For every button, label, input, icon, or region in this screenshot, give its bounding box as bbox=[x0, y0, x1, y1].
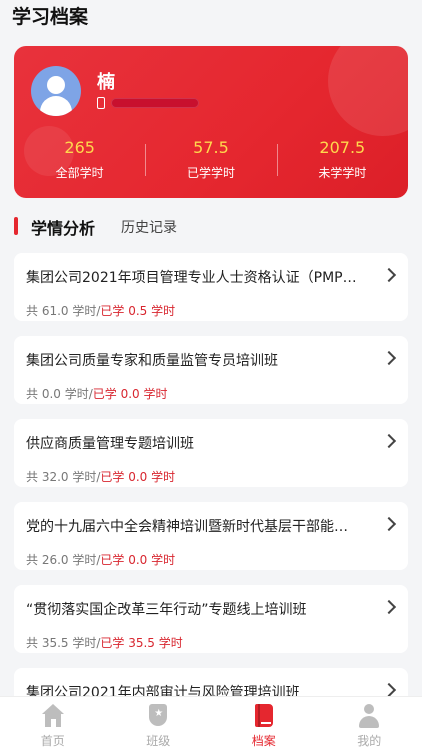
avatar[interactable] bbox=[31, 66, 81, 116]
course-hours: 共 32.0 学时/已学 0.0 学时 bbox=[26, 468, 175, 485]
section-accent-bar bbox=[14, 217, 18, 235]
course-item[interactable]: 集团公司2021年项目管理专业人士资格认证（PMP… 共 61.0 学时/已学 … bbox=[14, 253, 408, 321]
course-list: 集团公司2021年项目管理专业人士资格认证（PMP… 共 61.0 学时/已学 … bbox=[14, 253, 408, 750]
course-item[interactable]: “贯彻落实国企改革三年行动”专题线上培训班 共 35.5 学时/已学 35.5 … bbox=[14, 585, 408, 653]
tab-label: 首页 bbox=[40, 734, 65, 748]
course-total-hours: 共 32.0 学时/ bbox=[26, 470, 101, 484]
card-decoration bbox=[328, 46, 408, 136]
stat-value: 207.5 bbox=[319, 138, 366, 157]
course-title: 集团公司质量专家和质量监管专员培训班 bbox=[26, 353, 278, 369]
tab-mine[interactable]: 我的 bbox=[317, 697, 422, 750]
course-learned-hours: 已学 0.0 学时 bbox=[100, 553, 176, 567]
course-learned-hours: 已学 35.5 学时 bbox=[100, 636, 183, 650]
phone-number-redacted bbox=[111, 98, 199, 108]
course-item[interactable]: 集团公司质量专家和质量监管专员培训班 共 0.0 学时/已学 0.0 学时 bbox=[14, 336, 408, 404]
course-title: 供应商质量管理专题培训班 bbox=[26, 436, 194, 452]
tab-label: 班级 bbox=[146, 734, 171, 748]
stat-value: 57.5 bbox=[193, 138, 229, 157]
learning-archive-page: 学习档案 楠 265 全部学时 57.5 已学学时 207.5 未学学时 学情分… bbox=[0, 0, 422, 750]
stat-unlearned-hours: 207.5 未学学时 bbox=[276, 138, 408, 181]
course-learned-hours: 已学 0.0 学时 bbox=[100, 470, 176, 484]
course-total-hours: 共 26.0 学时/ bbox=[26, 553, 101, 567]
user-name: 楠 bbox=[97, 72, 115, 93]
chevron-right-icon bbox=[381, 433, 397, 449]
section-header: 学情分析 历史记录 bbox=[0, 213, 422, 239]
tab-class[interactable]: ★ 班级 bbox=[106, 697, 212, 750]
stat-label: 全部学时 bbox=[55, 166, 104, 180]
course-hours: 共 26.0 学时/已学 0.0 学时 bbox=[26, 551, 175, 568]
course-total-hours: 共 0.0 学时/ bbox=[26, 387, 93, 401]
tab-label: 档案 bbox=[251, 734, 276, 748]
chevron-right-icon bbox=[381, 516, 397, 532]
course-total-hours: 共 35.5 学时/ bbox=[26, 636, 101, 650]
tab-learning-analysis[interactable]: 学情分析 bbox=[31, 215, 95, 239]
tab-home[interactable]: 首页 bbox=[0, 697, 106, 750]
course-title: 集团公司2021年项目管理专业人士资格认证（PMP… bbox=[26, 270, 357, 286]
profile-card: 楠 265 全部学时 57.5 已学学时 207.5 未学学时 bbox=[14, 46, 408, 198]
stat-value: 265 bbox=[64, 138, 95, 157]
course-hours: 共 35.5 学时/已学 35.5 学时 bbox=[26, 634, 183, 651]
avatar-body-shape bbox=[40, 96, 72, 116]
stat-label: 已学学时 bbox=[186, 166, 235, 180]
course-total-hours: 共 61.0 学时/ bbox=[26, 304, 101, 318]
chevron-right-icon bbox=[381, 599, 397, 615]
tab-archive[interactable]: 档案 bbox=[211, 697, 317, 750]
archive-book-icon bbox=[251, 703, 277, 729]
course-learned-hours: 已学 0.0 学时 bbox=[92, 387, 168, 401]
avatar-head-shape bbox=[47, 76, 65, 94]
stat-total-hours: 265 全部学时 bbox=[14, 138, 145, 181]
home-icon bbox=[40, 703, 66, 729]
bottom-tab-bar: 首页 ★ 班级 档案 我的 bbox=[0, 696, 422, 750]
tab-label: 我的 bbox=[357, 734, 382, 748]
stat-learned-hours: 57.5 已学学时 bbox=[145, 138, 276, 181]
stat-label: 未学学时 bbox=[318, 166, 367, 180]
course-learned-hours: 已学 0.5 学时 bbox=[100, 304, 176, 318]
course-item[interactable]: 党的十九届六中全会精神培训暨新时代基层干部能… 共 26.0 学时/已学 0.0… bbox=[14, 502, 408, 570]
class-badge-icon: ★ bbox=[145, 703, 171, 729]
page-title: 学习档案 bbox=[12, 6, 89, 28]
tab-history-records[interactable]: 历史记录 bbox=[121, 217, 177, 237]
course-title: “贯彻落实国企改革三年行动”专题线上培训班 bbox=[26, 602, 307, 618]
phone-row bbox=[97, 97, 199, 109]
user-icon bbox=[356, 703, 382, 729]
course-hours: 共 0.0 学时/已学 0.0 学时 bbox=[26, 385, 167, 402]
chevron-right-icon bbox=[381, 350, 397, 366]
course-hours: 共 61.0 学时/已学 0.5 学时 bbox=[26, 302, 175, 319]
study-hours-stats: 265 全部学时 57.5 已学学时 207.5 未学学时 bbox=[14, 138, 408, 181]
chevron-right-icon bbox=[381, 267, 397, 283]
chevron-right-icon bbox=[381, 682, 397, 698]
course-title: 党的十九届六中全会精神培训暨新时代基层干部能… bbox=[26, 519, 348, 535]
phone-icon bbox=[97, 97, 105, 109]
course-item[interactable]: 供应商质量管理专题培训班 共 32.0 学时/已学 0.0 学时 bbox=[14, 419, 408, 487]
